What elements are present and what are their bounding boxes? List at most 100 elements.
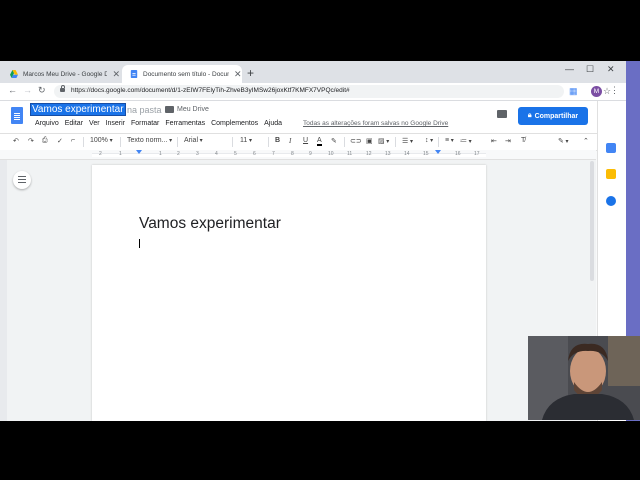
ruler-number: 2 (99, 151, 102, 157)
lock-icon (60, 85, 65, 92)
extension-icon[interactable]: ▦ (569, 86, 578, 97)
toolbar-divider (438, 137, 439, 147)
vertical-ruler (0, 160, 7, 421)
reload-icon[interactable]: ↻ (38, 85, 46, 96)
menu-arquivo[interactable]: Arquivo (35, 120, 59, 127)
line-spacing-icon[interactable]: ↕ (425, 137, 433, 144)
browser-tab-strip: Marcos Meu Drive - Google Drive ✕ Docume… (0, 61, 626, 83)
tab-label: Documento sem título - Docum (143, 70, 229, 78)
toolbar-divider (232, 137, 233, 147)
document-page[interactable]: Vamos experimentar (92, 165, 486, 421)
document-heading[interactable]: Vamos experimentar (139, 215, 281, 233)
document-outline-icon[interactable] (13, 171, 31, 189)
tab-google-docs[interactable]: Documento sem título - Docum ✕ (122, 65, 242, 83)
ruler-number: 6 (253, 151, 256, 157)
close-window-icon[interactable]: ✕ (607, 64, 615, 75)
ruler-number: 13 (385, 151, 391, 157)
insert-image-icon[interactable]: ▨ (378, 137, 389, 145)
ruler-number: 1 (159, 151, 162, 157)
menu-complementos[interactable]: Complementos (211, 120, 258, 127)
ruler-number: 16 (455, 151, 461, 157)
close-icon[interactable]: ✕ (112, 69, 120, 80)
comment-history-icon[interactable] (497, 110, 507, 118)
menu-editar[interactable]: Editar (65, 120, 83, 127)
collapse-menu-icon[interactable]: ⌃ (583, 137, 589, 145)
more-menu-icon[interactable]: ⋮ (610, 85, 619, 96)
menu-ajuda[interactable]: Ajuda (264, 120, 282, 127)
toolbar-divider (268, 137, 269, 147)
horizontal-ruler[interactable]: 2 1 1 2 3 4 5 6 7 8 9 10 11 12 13 14 15 … (0, 150, 596, 160)
text-color-icon[interactable]: A (317, 137, 322, 146)
ruler-number: 12 (366, 151, 372, 157)
bulleted-list-icon[interactable]: ≔ (460, 137, 472, 145)
align-icon[interactable]: ☰ (402, 137, 413, 145)
italic-icon[interactable]: I (289, 137, 291, 145)
webcam-overlay (528, 336, 640, 420)
menu-inserir[interactable]: Inserir (106, 120, 125, 127)
editing-mode-icon[interactable]: ✎ (558, 137, 569, 145)
spellcheck-icon[interactable]: ✓ (57, 137, 63, 145)
ruler-number: 1 (119, 151, 122, 157)
maximize-icon[interactable]: ☐ (586, 64, 594, 75)
url-text: https://docs.google.com/document/d/1-zEI… (71, 87, 350, 94)
ruler-number: 15 (423, 151, 429, 157)
font-select[interactable]: Arial (184, 137, 203, 144)
toolbar-divider (395, 137, 396, 147)
ruler-number: 2 (177, 151, 180, 157)
docs-logo-icon[interactable] (11, 107, 23, 124)
paint-format-icon[interactable]: ⌐ (71, 137, 75, 144)
increase-indent-icon[interactable]: ⇥ (505, 137, 511, 145)
address-bar[interactable]: https://docs.google.com/document/d/1-zEI… (54, 85, 611, 98)
share-button[interactable]: 🔒︎ Compartilhar (518, 107, 588, 125)
close-icon[interactable]: ✕ (234, 69, 242, 80)
numbered-list-icon[interactable]: ≡ (445, 137, 454, 144)
redo-icon[interactable]: ↷ (28, 137, 34, 145)
zoom-select[interactable]: 100% (90, 137, 113, 144)
google-drive-icon (10, 70, 18, 78)
menu-formatar[interactable]: Formatar (131, 120, 159, 127)
add-comment-icon[interactable]: ▣ (366, 137, 373, 145)
docs-menu-bar: Arquivo Editar Ver Inserir Formatar Ferr… (35, 120, 288, 127)
undo-icon[interactable]: ↶ (13, 137, 19, 145)
link-icon[interactable]: ⊂⊃ (350, 137, 362, 145)
highlight-color-icon[interactable]: ✎ (331, 137, 337, 145)
tasks-icon[interactable] (606, 196, 616, 206)
underline-icon[interactable]: U (303, 137, 308, 144)
toolbar-divider (344, 137, 345, 147)
back-icon[interactable]: ← (8, 85, 17, 95)
saved-status-link[interactable]: Todas as alterações foram salvas no Goog… (303, 120, 448, 127)
clear-formatting-icon[interactable]: T̸ (521, 137, 525, 144)
bold-icon[interactable]: B (275, 137, 280, 144)
right-indent-marker[interactable] (435, 150, 441, 154)
docs-header: Vamos experimentar na pasta Meu Drive Ar… (0, 101, 626, 133)
calendar-icon[interactable] (606, 143, 616, 153)
menu-ferramentas[interactable]: Ferramentas (165, 120, 205, 127)
text-cursor (139, 239, 140, 248)
presenter-video (528, 336, 640, 420)
lock-icon: 🔒︎ (527, 112, 532, 119)
tab-google-drive[interactable]: Marcos Meu Drive - Google Drive ✕ (2, 65, 120, 83)
indent-marker[interactable] (136, 150, 142, 154)
forward-icon[interactable]: → (23, 85, 32, 95)
ruler-number: 11 (347, 151, 353, 157)
folder-name[interactable]: Meu Drive (177, 106, 209, 113)
share-label: Compartilhar (534, 112, 579, 120)
menu-ver[interactable]: Ver (89, 120, 100, 127)
ruler-number: 3 (196, 151, 199, 157)
decrease-indent-icon[interactable]: ⇤ (491, 137, 497, 145)
print-icon[interactable]: ⎙ (42, 137, 48, 145)
document-title-input[interactable]: Vamos experimentar (30, 103, 126, 116)
new-tab-icon[interactable]: + (247, 66, 254, 80)
folder-icon[interactable] (165, 106, 174, 113)
font-size-select[interactable]: 11 (240, 137, 252, 144)
profile-avatar[interactable]: M (591, 86, 602, 97)
ruler-number: 17 (474, 151, 480, 157)
ruler-number: 9 (309, 151, 312, 157)
minimize-icon[interactable]: — (565, 64, 574, 74)
toolbar-divider (177, 137, 178, 147)
toolbar-divider (83, 137, 84, 147)
scrollbar-thumb[interactable] (590, 161, 594, 281)
keep-icon[interactable] (606, 169, 616, 179)
ruler-number: 7 (272, 151, 275, 157)
style-select[interactable]: Texto norm... (127, 137, 172, 144)
